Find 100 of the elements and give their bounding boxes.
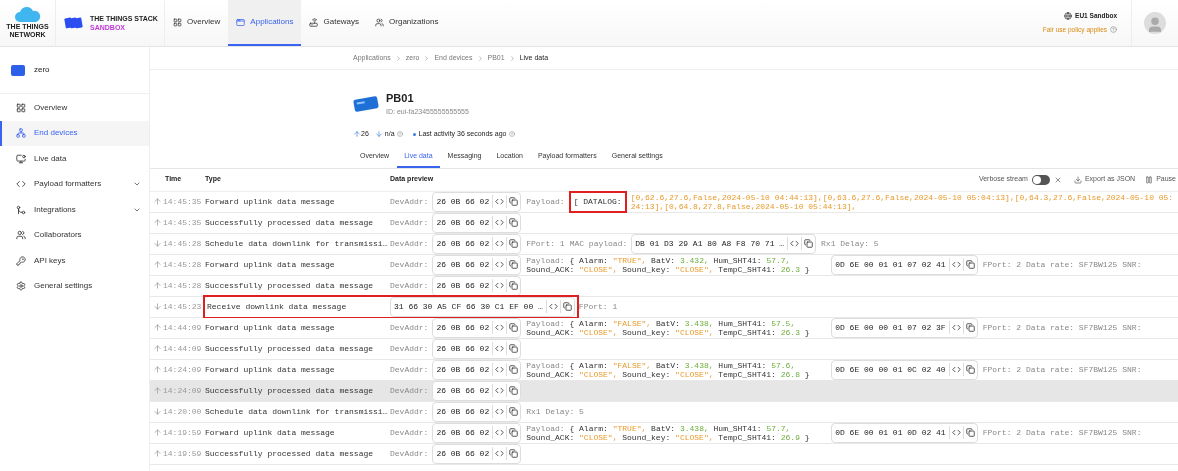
table-row[interactable]: [150, 422, 1178, 444]
code-toggle-button[interactable]: [948, 363, 963, 376]
code-toggle-button[interactable]: [545, 300, 560, 313]
preview-text: FPort: 2: [982, 426, 1022, 439]
code-toggle-button[interactable]: [492, 405, 507, 418]
copy-button[interactable]: [506, 405, 521, 418]
code-toggle-button[interactable]: [492, 321, 507, 334]
sidebar-item[interactable]: End devices: [0, 120, 149, 146]
sidebar-item[interactable]: Live data: [0, 146, 149, 172]
copy-icon: [509, 218, 519, 227]
hex-value: 31 66 30 A5 CF 66 30 C1 EF 00 …: [393, 300, 544, 313]
table-row[interactable]: [150, 359, 1178, 381]
verbose-toggle[interactable]: [1031, 174, 1050, 185]
time-cell: 14:44:09: [163, 321, 202, 334]
copy-button[interactable]: [506, 426, 521, 439]
sidebar-item[interactable]: Overview: [0, 95, 149, 121]
copy-icon: [965, 260, 975, 269]
chevron-icon: [508, 54, 516, 62]
payload-text: Payload: { Alarm: "FALSE", BatV: 3.438, Hum_SHT41: 57.6, Sound_ACK: "CLOSE", Sound_key: "CLOSE", TempC_SHT41: 26.8 }: [526, 360, 811, 379]
copy-icon: [509, 281, 519, 290]
code-toggle-button[interactable]: [492, 237, 507, 250]
copy-button[interactable]: [506, 195, 521, 208]
nav-tab[interactable]: Gateways: [301, 0, 368, 46]
code-icon: [548, 302, 558, 311]
code-toggle-button[interactable]: [492, 384, 507, 397]
merge-icon: [16, 204, 26, 215]
copy-button[interactable]: [506, 321, 521, 334]
code-toggle-button[interactable]: [787, 237, 802, 250]
table-row[interactable]: 14:45:28 Schedule data downlink for transmissi… DevAddr: 26 0B 66 02 FPort: 1 MAC payload: DB 01 D3 29 A1 80 A8 F8 70 71 … Rx1 Delay: 5: [150, 233, 1178, 255]
window-icon: [236, 17, 246, 27]
code-icon: [790, 239, 800, 248]
preview-text: SNR:: [1122, 258, 1142, 271]
help-icon: [509, 131, 516, 138]
copy-button[interactable]: [962, 363, 977, 376]
copy-button[interactable]: [962, 258, 977, 271]
code-toggle-button[interactable]: [948, 321, 963, 334]
code-toggle-button[interactable]: [492, 216, 507, 229]
copy-button[interactable]: [801, 237, 816, 250]
copy-button[interactable]: [506, 216, 521, 229]
copy-button[interactable]: [506, 363, 521, 376]
code-toggle-button[interactable]: [492, 279, 507, 292]
table-row[interactable]: 14:20:00 Schedule data downlink for transmissi… DevAddr: 26 0B 66 02 Rx1 Delay: 5: [150, 401, 1178, 423]
table-row[interactable]: [150, 191, 1178, 213]
copy-icon: [509, 428, 519, 437]
pause-icon: [1145, 175, 1154, 184]
copy-button[interactable]: [506, 258, 521, 271]
time-cell: 14:45:23: [163, 300, 202, 313]
copy-icon: [965, 323, 975, 332]
table-row[interactable]: [150, 254, 1178, 276]
field-label: DevAddr:: [390, 321, 429, 334]
code-icon: [951, 365, 961, 374]
grid-icon: [173, 17, 182, 27]
field-label: DevAddr:: [390, 237, 429, 250]
hex-value: 26 0B 66 02: [435, 321, 491, 334]
code-icon: [495, 386, 505, 395]
code-icon: [495, 239, 505, 248]
field-label: DevAddr:: [390, 384, 429, 397]
hex-value: 26 0B 66 02: [435, 342, 491, 355]
nav-tab[interactable]: Overview: [165, 0, 229, 46]
copy-button[interactable]: [506, 384, 521, 397]
code-icon: [495, 260, 505, 269]
table-row[interactable]: [150, 317, 1178, 339]
time-cell: 14:19:59: [163, 426, 202, 439]
sidebar-item[interactable]: Collaborators: [0, 222, 149, 248]
table-row[interactable]: 14:24:09 Successfully processed data message DevAddr: 26 0B 66 02: [150, 380, 1178, 402]
field-label: DevAddr:: [390, 258, 429, 271]
code-toggle-button[interactable]: [948, 258, 963, 271]
field-label: DevAddr:: [390, 279, 429, 292]
nav-tab[interactable]: Applications: [228, 0, 302, 46]
code-toggle-button[interactable]: [492, 447, 507, 460]
type-cell-text: Forward uplink data message: [205, 258, 336, 271]
code-toggle-button[interactable]: [492, 426, 507, 439]
type-cell-text: Schedule data downlink for transmissi…: [205, 237, 389, 250]
code-toggle-button[interactable]: [492, 195, 507, 208]
avatar-icon[interactable]: [1144, 12, 1166, 34]
type-cell-text: Successfully processed data message: [205, 279, 375, 292]
sidebar-item[interactable]: API keys: [0, 248, 149, 274]
sidebar-item[interactable]: General settings: [0, 273, 149, 299]
copy-button[interactable]: [559, 300, 574, 313]
code-toggle-button[interactable]: [948, 426, 963, 439]
copy-button[interactable]: [506, 447, 521, 460]
code-icon: [951, 323, 961, 332]
copy-button[interactable]: [506, 279, 521, 292]
payload-text: Payload: { Alarm: "TRUE", BatV: 3.438, Hum_SHT41: 57.7, Sound_ACK: "CLOSE", Sound_key: "CLOSE", TempC_SHT41: 26.9 }: [526, 423, 811, 442]
table-row[interactable]: 14:44:09 Successfully processed data message DevAddr: 26 0B 66 02: [150, 338, 1178, 360]
copy-icon: [562, 302, 572, 311]
table-row[interactable]: 14:19:59 Successfully processed data message DevAddr: 26 0B 66 02: [150, 443, 1178, 465]
nav-tab[interactable]: Organizations: [367, 0, 447, 46]
copy-button[interactable]: [962, 426, 977, 439]
sidebar-item[interactable]: Integrations: [0, 197, 149, 223]
code-toggle-button[interactable]: [492, 342, 507, 355]
copy-button[interactable]: [506, 237, 521, 250]
copy-button[interactable]: [506, 342, 521, 355]
sidebar-item[interactable]: Payload formatters: [0, 171, 149, 197]
copy-button[interactable]: [962, 321, 977, 334]
table-row[interactable]: 14:45:35 Successfully processed data message DevAddr: 26 0B 66 02: [150, 212, 1178, 234]
time-cell: 14:45:35: [163, 216, 202, 229]
code-toggle-button[interactable]: [492, 363, 507, 376]
code-toggle-button[interactable]: [492, 258, 507, 271]
table-row[interactable]: 14:45:23 Receive downlink data message 31 66 30 A5 CF 66 30 C1 EF 00 … FPort: 1: [150, 296, 1178, 318]
